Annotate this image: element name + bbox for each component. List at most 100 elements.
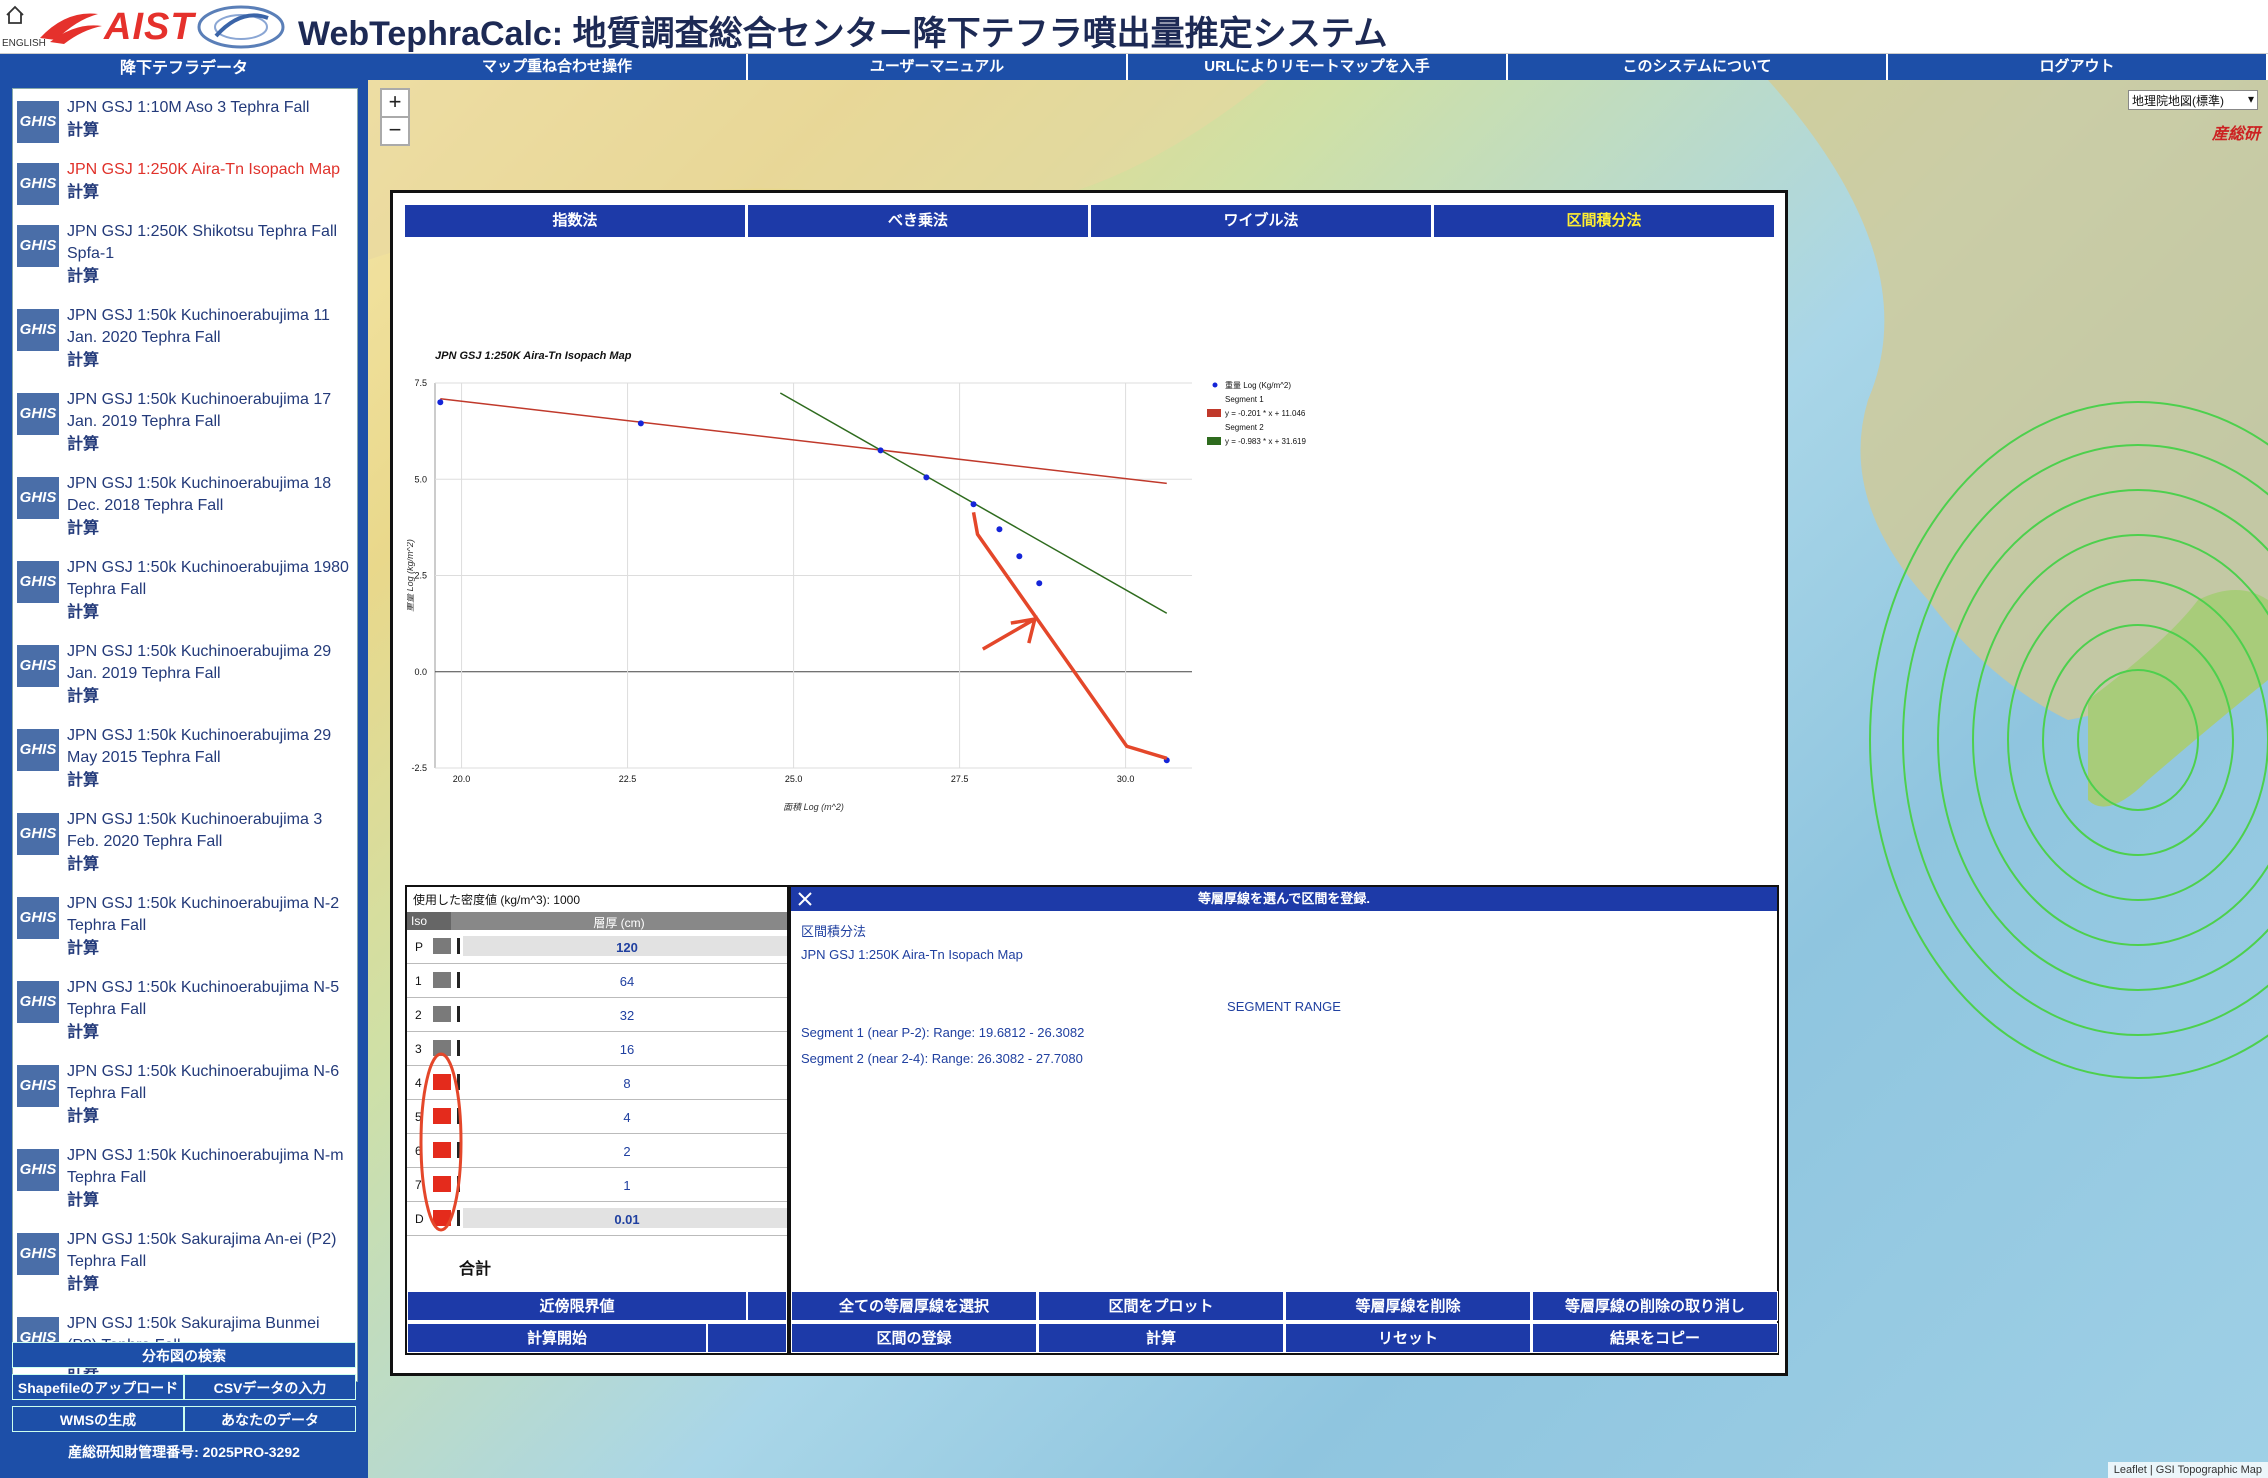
tephra-name[interactable]: JPN GSJ 1:50k Kuchinoerabujima N-6 Tephr… xyxy=(67,1061,351,1105)
tephra-list-item[interactable]: GHIS JPN GSJ 1:50k Kuchinoerabujima 29 Ja… xyxy=(13,633,357,717)
legend-seg2-title: Segment 2 xyxy=(1225,423,1264,432)
tephra-name[interactable]: JPN GSJ 1:10M Aso 3 Tephra Fall xyxy=(67,97,351,119)
tephra-list-item[interactable]: GHIS JPN GSJ 1:250K Shikotsu Tephra Fall … xyxy=(13,213,357,297)
tephra-list-item[interactable]: GHIS JPN GSJ 1:50k Kuchinoerabujima N-m T… xyxy=(13,1137,357,1221)
tephra-list-item[interactable]: GHIS JPN GSJ 1:50k Kuchinoerabujima N-6 T… xyxy=(13,1053,357,1137)
isopach-label: P xyxy=(415,940,424,954)
tephra-list-item[interactable]: GHIS JPN GSJ 1:50k Kuchinoerabujima 11 Ja… xyxy=(13,297,357,381)
tephra-name[interactable]: JPN GSJ 1:50k Kuchinoerabujima 11 Jan. 2… xyxy=(67,305,351,349)
home-icon[interactable] xyxy=(4,4,26,26)
calc-link[interactable]: 計算 xyxy=(67,349,351,373)
ghis-icon: GHIS xyxy=(17,645,59,687)
app-header: ENGLISH AIST WebTephraCalc: 地質調査総合センター降下… xyxy=(0,0,2268,54)
calc-link[interactable]: 計算 xyxy=(67,181,351,205)
segment-action-button[interactable]: 全ての等層厚線を選択 xyxy=(791,1291,1037,1321)
tephra-list-item[interactable]: GHIS JPN GSJ 1:50k Kuchinoerabujima N-5 T… xyxy=(13,969,357,1053)
close-icon[interactable] xyxy=(795,889,815,909)
tephra-list-item[interactable]: GHIS JPN GSJ 1:50k Kuchinoerabujima 1980 … xyxy=(13,549,357,633)
tephra-list-item[interactable]: GHIS JPN GSJ 1:50k Kuchinoerabujima 17 Ja… xyxy=(13,381,357,465)
segment-action-button[interactable]: 計算 xyxy=(1038,1323,1284,1353)
calc-link[interactable]: 計算 xyxy=(67,853,351,877)
near-limit-button[interactable]: 近傍限界値 xyxy=(407,1291,747,1321)
method-tab[interactable]: 区間積分法 xyxy=(1434,205,1777,237)
top-menu-item[interactable]: URLによりリモートマップを入手 xyxy=(1128,54,1508,80)
segment-action-button[interactable]: 区間の登録 xyxy=(791,1323,1037,1353)
tephra-list-item[interactable]: GHIS JPN GSJ 1:50k Kuchinoerabujima 18 De… xyxy=(13,465,357,549)
your-data-button[interactable]: あなたのデータ xyxy=(184,1406,356,1432)
tephra-name[interactable]: JPN GSJ 1:250K Shikotsu Tephra Fall Spfa… xyxy=(67,221,351,265)
segment-action-button[interactable]: 区間をプロット xyxy=(1038,1291,1284,1321)
segment-action-button[interactable]: 等層厚線の削除の取り消し xyxy=(1532,1291,1778,1321)
isopach-thickness: 8 xyxy=(623,1076,631,1091)
aist-logo-text: AIST xyxy=(104,6,195,48)
tephra-list-item[interactable]: GHIS JPN GSJ 1:10M Aso 3 Tephra Fall 計算 xyxy=(13,89,357,151)
isopach-color-swatch[interactable] xyxy=(433,1006,451,1022)
top-menu-item[interactable]: このシステムについて xyxy=(1508,54,1888,80)
isopach-color-swatch[interactable] xyxy=(433,972,451,988)
tephra-name[interactable]: JPN GSJ 1:50k Kuchinoerabujima N-5 Tephr… xyxy=(67,977,351,1021)
shapefile-upload-button[interactable]: Shapefileのアップロード xyxy=(12,1374,184,1400)
tephra-name[interactable]: JPN GSJ 1:50k Kuchinoerabujima 29 Jan. 2… xyxy=(67,641,351,685)
tephra-name[interactable]: JPN GSJ 1:50k Kuchinoerabujima N-2 Tephr… xyxy=(67,893,351,937)
sidebar-header: 降下テフラデータ xyxy=(119,60,248,77)
calc-link[interactable]: 計算 xyxy=(67,265,351,289)
wms-generate-button[interactable]: WMSの生成 xyxy=(12,1406,184,1432)
segment-action-button[interactable]: 等層厚線を削除 xyxy=(1285,1291,1531,1321)
start-calc-option[interactable] xyxy=(707,1323,787,1353)
zoom-in-button[interactable]: + xyxy=(380,88,410,118)
calc-link[interactable]: 計算 xyxy=(67,1273,351,1297)
map-search-button[interactable]: 分布図の検索 xyxy=(12,1342,356,1368)
calc-link[interactable]: 計算 xyxy=(67,937,351,961)
tephra-list-item[interactable]: GHIS JPN GSJ 1:50k Kuchinoerabujima 29 Ma… xyxy=(13,717,357,801)
tephra-name[interactable]: JPN GSJ 1:50k Kuchinoerabujima 18 Dec. 2… xyxy=(67,473,351,517)
tephra-name[interactable]: JPN GSJ 1:50k Kuchinoerabujima 17 Jan. 2… xyxy=(67,389,351,433)
tephra-name[interactable]: JPN GSJ 1:50k Kuchinoerabujima 29 May 20… xyxy=(67,725,351,769)
top-menu-item[interactable]: マップ重ね合わせ操作 xyxy=(368,54,748,80)
calc-link[interactable]: 計算 xyxy=(67,433,351,457)
calc-link[interactable]: 計算 xyxy=(67,601,351,625)
map-attribution[interactable]: Leaflet | GSI Topographic Map xyxy=(2107,1462,2268,1478)
y-tick-label: 2.5 xyxy=(414,571,427,581)
isopach-row[interactable]: 2 32 xyxy=(407,998,787,1032)
data-point xyxy=(877,447,884,454)
zoom-out-button[interactable]: − xyxy=(380,116,410,146)
y-tick-label: 7.5 xyxy=(414,378,427,388)
method-tab[interactable]: 指数法 xyxy=(405,205,748,237)
tephra-name[interactable]: JPN GSJ 1:50k Kuchinoerabujima N-m Tephr… xyxy=(67,1145,351,1189)
isopach-row[interactable]: 1 64 xyxy=(407,964,787,998)
near-limit-input[interactable] xyxy=(747,1291,787,1321)
csv-input-button[interactable]: CSVデータの入力 xyxy=(184,1374,356,1400)
ghis-icon: GHIS xyxy=(17,477,59,519)
top-menu-item[interactable]: ユーザーマニュアル xyxy=(748,54,1128,80)
calc-link[interactable]: 計算 xyxy=(67,1105,351,1129)
calc-link[interactable]: 計算 xyxy=(67,769,351,793)
data-point xyxy=(970,501,977,508)
tephra-name[interactable]: JPN GSJ 1:50k Sakurajima An-ei (P2) Teph… xyxy=(67,1229,351,1273)
top-menu-item[interactable]: ログアウト xyxy=(1888,54,2268,80)
tephra-list-item[interactable]: GHIS JPN GSJ 1:50k Sakurajima An-ei (P2) … xyxy=(13,1221,357,1305)
segment-action-button[interactable]: リセット xyxy=(1285,1323,1531,1353)
calc-link[interactable]: 計算 xyxy=(67,1189,351,1213)
tephra-name[interactable]: JPN GSJ 1:50k Kuchinoerabujima 3 Feb. 20… xyxy=(67,809,351,853)
method-tab[interactable]: べき乗法 xyxy=(748,205,1091,237)
data-point xyxy=(1016,553,1023,560)
method-tab[interactable]: ワイブル法 xyxy=(1091,205,1434,237)
tephra-list-item[interactable]: GHIS JPN GSJ 1:50k Kuchinoerabujima 3 Feb… xyxy=(13,801,357,885)
aist-corner-logo: 産総研 xyxy=(2180,120,2260,200)
tephra-data-list[interactable]: GHIS JPN GSJ 1:10M Aso 3 Tephra Fall 計算 GHI… xyxy=(12,88,358,1382)
calc-link[interactable]: 計算 xyxy=(67,517,351,541)
tephra-name[interactable]: JPN GSJ 1:50k Kuchinoerabujima 1980 Teph… xyxy=(67,557,351,601)
basemap-select[interactable]: 地理院地図(標準) ▾ xyxy=(2128,90,2258,110)
segment-action-button[interactable]: 結果をコピー xyxy=(1532,1323,1778,1353)
tephra-list-item[interactable]: GHIS JPN GSJ 1:250K Aira-Tn Isopach Map 計算 xyxy=(13,151,357,213)
tephra-list-item[interactable]: GHIS JPN GSJ 1:50k Kuchinoerabujima N-2 T… xyxy=(13,885,357,969)
tephra-name[interactable]: JPN GSJ 1:250K Aira-Tn Isopach Map xyxy=(67,159,351,181)
isopach-row[interactable]: P 120 xyxy=(407,930,787,964)
start-calc-button[interactable]: 計算開始 xyxy=(407,1323,707,1353)
calc-link[interactable]: 計算 xyxy=(67,1021,351,1045)
x-tick-label: 30.0 xyxy=(1117,774,1135,784)
calc-link[interactable]: 計算 xyxy=(67,685,351,709)
ghis-icon: GHIS xyxy=(17,897,59,939)
isopach-color-swatch[interactable] xyxy=(433,938,451,954)
calc-link[interactable]: 計算 xyxy=(67,119,351,143)
